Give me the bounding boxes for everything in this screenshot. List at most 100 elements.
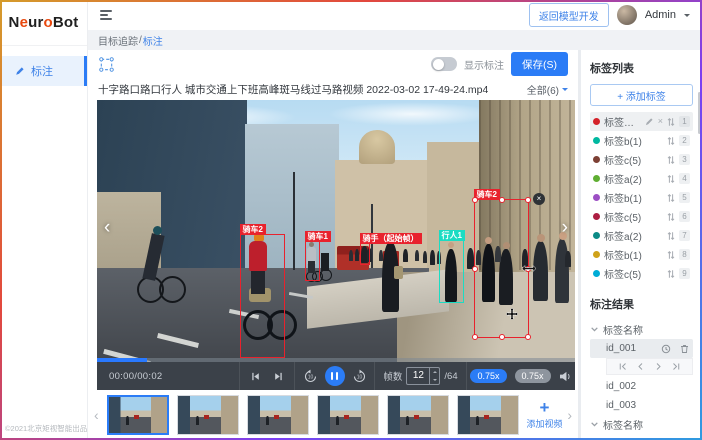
frame-count-label: 帧数 (383, 369, 402, 383)
annotation-box-label: 行人1 (439, 230, 465, 241)
label-row[interactable]: 标签b(1)5 (590, 188, 693, 207)
next-video-chevron[interactable]: › (562, 216, 568, 240)
label-row[interactable]: 标签a(2)7 (590, 226, 693, 245)
sidebar-item-annotation[interactable]: 标注 (0, 56, 87, 86)
video-progress-bar[interactable] (97, 358, 575, 362)
sort-label-icon[interactable] (667, 155, 675, 165)
label-row[interactable]: 标签c(5)6 (590, 207, 693, 226)
scene-element (327, 102, 497, 126)
speed-pill-active[interactable]: 0.75x (470, 369, 506, 383)
rewind-10-button[interactable]: 10 (303, 369, 318, 384)
annotation-box[interactable]: 骑车2 (240, 234, 285, 358)
scrollbar-thumb[interactable] (698, 92, 701, 134)
edit-label-icon[interactable] (645, 117, 654, 126)
resize-handle[interactable] (472, 334, 478, 340)
label-shortcut-key: 6 (679, 211, 690, 222)
resize-handle[interactable] (525, 197, 531, 203)
sort-label-icon[interactable] (667, 269, 675, 279)
result-group-header[interactable]: 标签名称 (590, 415, 693, 434)
next-frame-button[interactable] (654, 362, 663, 371)
annotation-box[interactable]: 行人1 (439, 240, 464, 303)
label-row[interactable]: 标签b(1)8 (590, 245, 693, 264)
result-item[interactable]: id_001 (590, 434, 693, 440)
video-thumbnail[interactable] (317, 395, 379, 435)
delete-box-button[interactable]: × (533, 193, 545, 205)
label-name: 标签c(5) (604, 266, 663, 281)
breadcrumb-parent[interactable]: 目标追踪 (98, 33, 138, 48)
frame-number-input[interactable]: 12 (407, 368, 429, 384)
add-label-button[interactable]: + 添加标签 (590, 84, 693, 106)
last-frame-button[interactable] (672, 362, 681, 371)
annotation-box[interactable]: 骑车1 (305, 241, 320, 281)
result-item[interactable]: id_002 (590, 377, 693, 396)
frame-number-stepper[interactable]: 12 (406, 367, 440, 385)
trash-icon[interactable] (680, 344, 689, 354)
frame-up-button[interactable] (430, 368, 439, 376)
save-button[interactable]: 保存(S) (511, 52, 568, 76)
sort-label-icon[interactable] (667, 193, 675, 203)
annotation-box[interactable]: 骑手（起始帧） (360, 243, 370, 265)
result-item[interactable]: id_001 (590, 339, 693, 358)
label-row[interactable]: 标签a(2)4 (590, 169, 693, 188)
label-row[interactable]: 标签b(1)2 (590, 131, 693, 150)
result-item-id: id_001 (606, 343, 657, 354)
prev-frame-button[interactable] (250, 371, 261, 382)
filter-dropdown[interactable]: 全部(6) (527, 82, 568, 97)
result-group-header[interactable]: 标签名称 (590, 320, 693, 339)
logo-segment: ur (28, 14, 43, 31)
speed-pill-secondary[interactable]: 0.75x (515, 369, 551, 383)
filmstrip-left-chevron[interactable]: ‹ (91, 407, 102, 423)
sort-label-icon[interactable] (667, 136, 675, 146)
thumbnail-image (388, 396, 448, 434)
first-frame-button[interactable] (618, 362, 627, 371)
resize-handle[interactable] (472, 197, 478, 203)
filmstrip-right-chevron[interactable]: › (564, 407, 575, 423)
chevron-down-icon (562, 88, 568, 94)
prev-frame-button[interactable] (636, 362, 645, 371)
video-thumbnail[interactable] (177, 395, 239, 435)
label-color-dot (593, 137, 600, 144)
label-shortcut-key: 3 (679, 154, 690, 165)
menu-collapse-icon[interactable] (100, 10, 112, 20)
prev-video-chevron[interactable]: ‹ (104, 216, 110, 240)
rect-select-tool-icon[interactable] (98, 56, 115, 73)
back-to-model-dev-button[interactable]: 返回模型开发 (529, 3, 609, 27)
avatar[interactable] (617, 5, 637, 25)
label-color-dot (593, 194, 600, 201)
delete-label-icon[interactable]: × (658, 117, 663, 126)
sort-label-icon[interactable] (667, 117, 675, 127)
video-thumbnail[interactable] (107, 395, 169, 435)
label-row[interactable]: 标签名字最长数...×1 (590, 112, 693, 131)
video-thumbnail[interactable] (247, 395, 309, 435)
resize-handle[interactable] (525, 334, 531, 340)
history-icon[interactable] (661, 344, 671, 354)
next-frame-button[interactable] (273, 371, 284, 382)
show-annotation-toggle[interactable] (431, 57, 457, 71)
sort-label-icon[interactable] (667, 174, 675, 184)
volume-icon[interactable] (559, 371, 572, 382)
sort-label-icon[interactable] (667, 212, 675, 222)
label-name: 标签a(2) (604, 228, 663, 243)
label-color-dot (593, 232, 600, 239)
label-row[interactable]: 标签c(5)3 (590, 150, 693, 169)
forward-10-button[interactable]: 10 (352, 369, 367, 384)
sort-label-icon[interactable] (667, 250, 675, 260)
label-row[interactable]: 标签c(5) 9 (590, 264, 693, 283)
video-thumbnail[interactable] (387, 395, 449, 435)
sort-label-icon[interactable] (667, 231, 675, 241)
pause-button[interactable] (325, 366, 345, 386)
resize-handle[interactable] (472, 266, 478, 272)
app-logo: NeuroBot (0, 0, 87, 46)
logo-segment: N (9, 14, 20, 31)
label-shortcut-key: 2 (679, 135, 690, 146)
video-player[interactable]: 骑车2 骑车1 骑手（起始帧） 行人1 骑车2× ‹ › (97, 100, 575, 362)
frame-down-button[interactable] (430, 376, 439, 384)
user-name[interactable]: Admin (645, 9, 676, 21)
add-video-button[interactable]: + 添加视频 (525, 393, 565, 437)
video-thumbnail[interactable] (457, 395, 519, 435)
result-item[interactable]: id_003 (590, 396, 693, 415)
annotation-box[interactable]: 骑车2× (474, 199, 529, 338)
resize-handle[interactable] (499, 334, 505, 340)
label-shortcut-key: 9 (679, 268, 690, 279)
resize-handle[interactable] (499, 197, 505, 203)
